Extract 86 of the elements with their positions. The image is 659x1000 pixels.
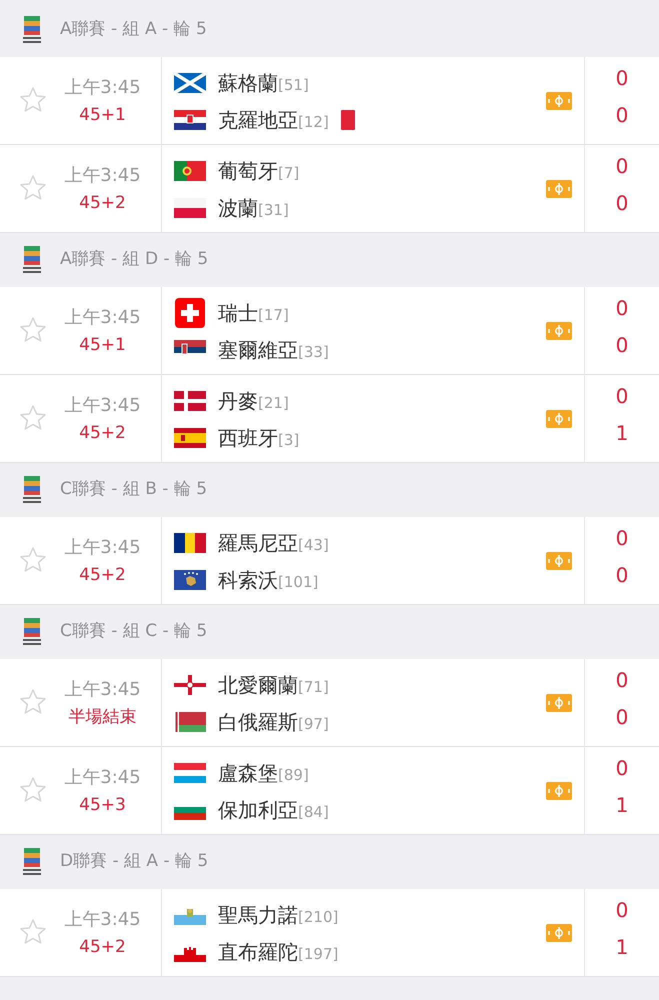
match-status: 45+2 — [78, 936, 127, 958]
match-status: 45+1 — [78, 334, 127, 356]
league-title: A聯賽 - 組 A - 輪 5 — [60, 18, 207, 42]
team-score: 1 — [614, 420, 630, 446]
team-name: 盧森堡 — [218, 760, 278, 787]
team-rank: [97] — [298, 714, 329, 735]
team-rank: [21] — [258, 393, 289, 414]
team-rank: [197] — [298, 944, 338, 965]
match-status: 45+2 — [78, 422, 127, 444]
flag-icon — [174, 198, 206, 218]
team-name: 西班牙 — [218, 425, 278, 452]
team-rank: [43] — [298, 535, 329, 556]
match-status: 45+2 — [78, 564, 127, 586]
team-score: 1 — [614, 792, 630, 818]
team-name: 白俄羅斯 — [218, 709, 298, 736]
team-score: 0 — [614, 754, 630, 782]
flag-icon — [174, 763, 206, 783]
league-title: D聯賽 - 組 A - 輪 5 — [60, 850, 208, 874]
team-name: 丹麥 — [218, 388, 258, 415]
kickoff-time: 上午3:45 — [63, 394, 142, 418]
team-score: 0 — [614, 294, 630, 322]
team-score: 0 — [614, 704, 630, 730]
team-name: 保加利亞 — [218, 797, 298, 824]
team-score: 0 — [614, 332, 630, 358]
league-title: C聯賽 - 組 B - 輪 5 — [60, 478, 208, 502]
match-status: 半場結束 — [68, 706, 138, 728]
match-status: 45+1 — [78, 104, 127, 126]
league-logo-icon — [22, 16, 42, 44]
kickoff-time: 上午3:45 — [63, 678, 142, 702]
flag-icon — [174, 533, 206, 553]
team-score: 1 — [614, 934, 630, 960]
flag-icon — [174, 110, 206, 130]
team-rank: [84] — [298, 802, 329, 823]
kickoff-time: 上午3:45 — [63, 164, 142, 188]
league-title: A聯賽 - 組 D - 輪 5 — [60, 248, 208, 272]
team-name: 羅馬尼亞 — [218, 530, 298, 557]
flag-icon — [174, 428, 206, 448]
team-name: 聖馬力諾 — [218, 902, 298, 929]
kickoff-time: 上午3:45 — [63, 908, 142, 932]
flag-icon — [174, 712, 206, 732]
league-logo-icon — [22, 246, 42, 274]
team-rank: [7] — [278, 163, 300, 184]
team-name: 北愛爾蘭 — [218, 672, 298, 699]
flag-icon — [174, 73, 206, 93]
team-score: 0 — [614, 152, 630, 180]
team-score: 0 — [614, 190, 630, 216]
team-score: 0 — [614, 896, 630, 924]
kickoff-time: 上午3:45 — [63, 766, 142, 790]
league-logo-icon — [22, 476, 42, 504]
team-name: 克羅地亞 — [218, 107, 298, 134]
league-logo-icon — [22, 618, 42, 646]
team-name: 葡萄牙 — [218, 158, 278, 185]
team-rank: [17] — [258, 305, 289, 326]
league-logo-icon — [22, 848, 42, 876]
kickoff-time: 上午3:45 — [63, 76, 142, 100]
team-name: 科索沃 — [218, 567, 278, 594]
kickoff-time: 上午3:45 — [63, 536, 142, 560]
team-name: 直布羅陀 — [218, 939, 298, 966]
flag-icon — [174, 391, 206, 411]
team-score: 0 — [614, 382, 630, 410]
team-score: 0 — [614, 562, 630, 588]
team-name: 波蘭 — [218, 195, 258, 222]
kickoff-time: 上午3:45 — [63, 306, 142, 330]
team-rank: [31] — [258, 200, 289, 221]
team-rank: [33] — [298, 342, 329, 363]
flag-icon — [174, 298, 206, 328]
team-score: 0 — [614, 102, 630, 128]
team-score: 0 — [614, 524, 630, 552]
flag-icon — [174, 161, 206, 181]
team-rank: [3] — [278, 430, 300, 451]
flag-icon — [174, 675, 206, 695]
team-name: 蘇格蘭 — [218, 70, 278, 97]
team-score: 0 — [614, 64, 630, 92]
team-name: 塞爾維亞 — [218, 337, 298, 364]
team-rank: [101] — [278, 572, 318, 593]
league-title: C聯賽 - 組 C - 輪 5 — [60, 620, 208, 644]
team-score: 0 — [614, 666, 630, 694]
match-status: 45+3 — [78, 794, 127, 816]
team-rank: [51] — [278, 75, 309, 96]
team-rank: [71] — [298, 677, 329, 698]
team-rank: [89] — [278, 765, 309, 786]
team-rank: [210] — [298, 907, 338, 928]
team-rank: [12] — [298, 112, 329, 133]
match-status: 45+2 — [78, 192, 127, 214]
flag-icon — [174, 570, 206, 590]
team-name: 瑞士 — [218, 300, 258, 327]
